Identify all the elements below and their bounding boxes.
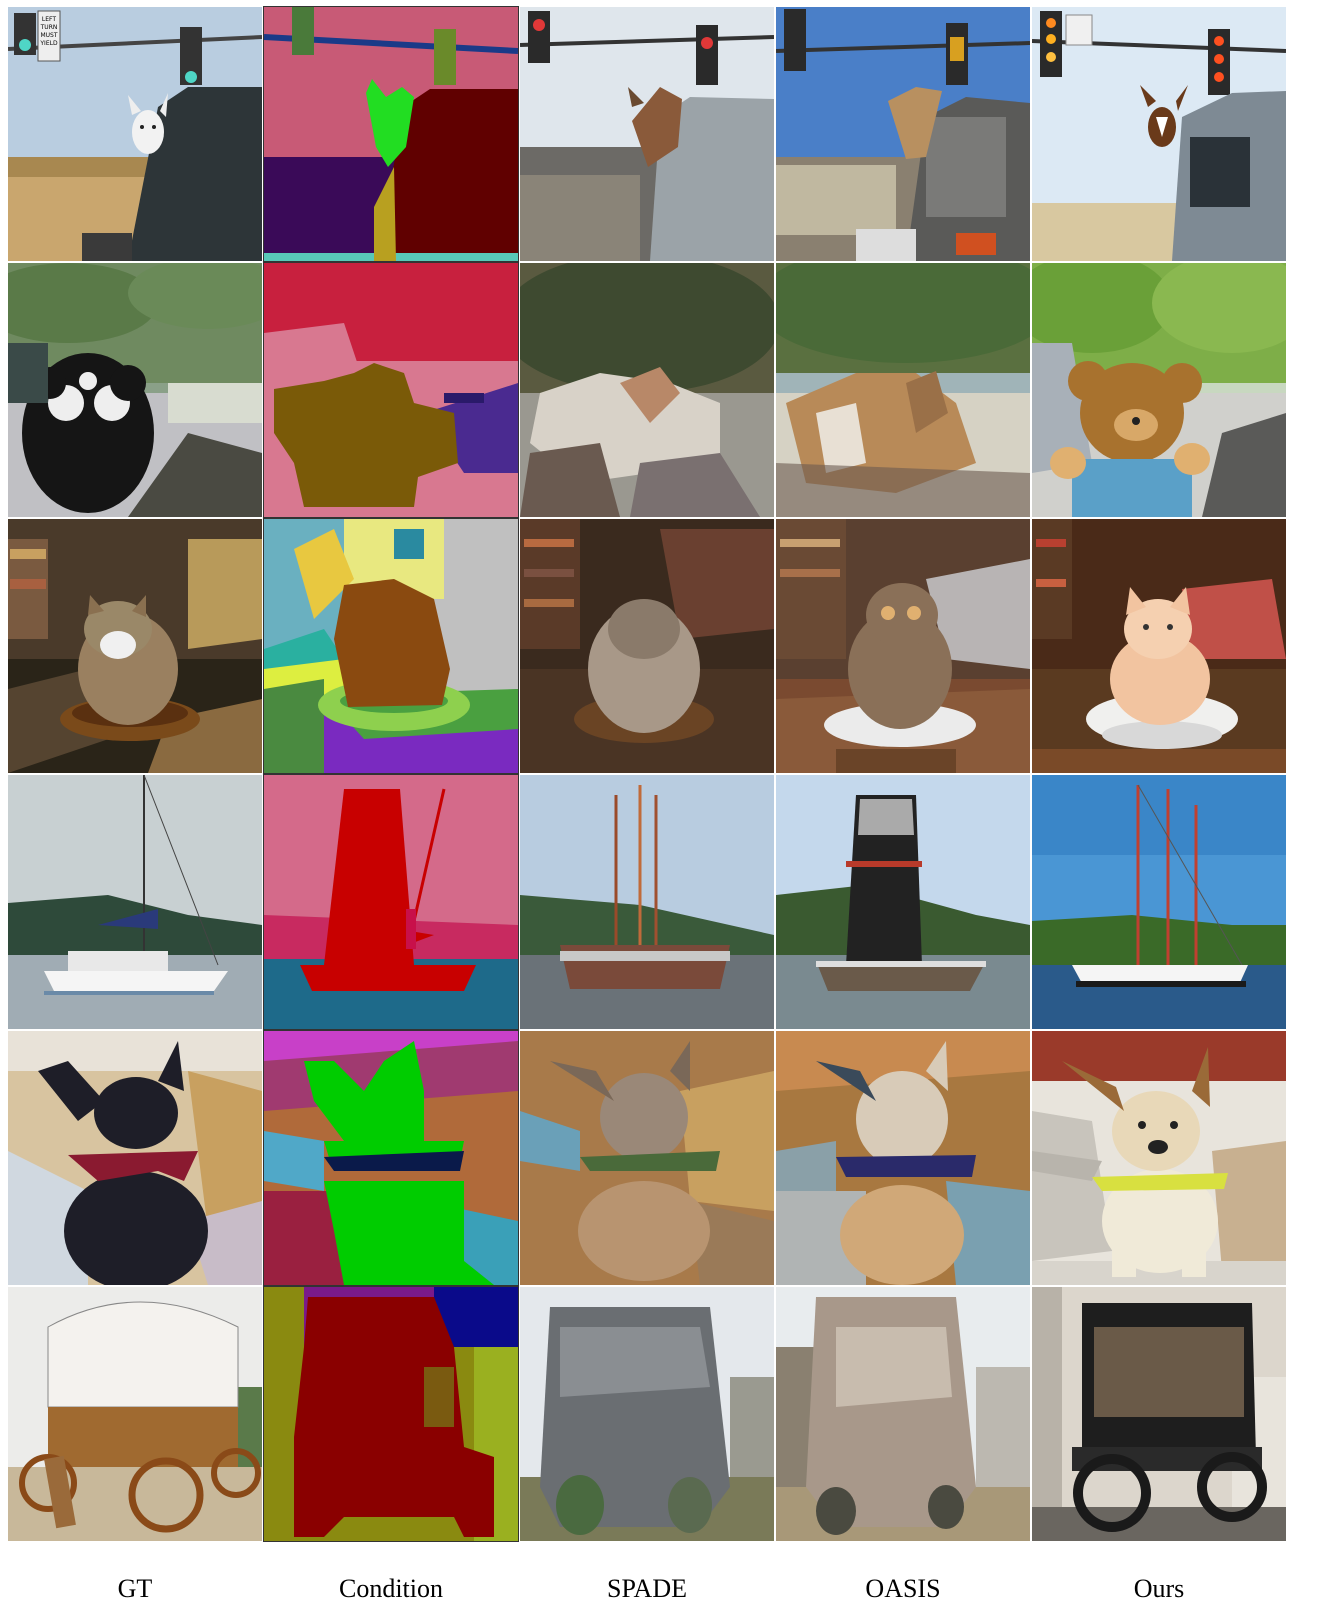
row2-gt-image — [8, 263, 262, 517]
row3-gt-image — [8, 519, 262, 773]
row1-spade-image — [520, 7, 774, 261]
row5-condition-image — [263, 1030, 519, 1286]
row4-gt-image — [8, 775, 262, 1029]
row6-condition-image — [263, 1286, 519, 1542]
row3-oasis-image — [776, 519, 1030, 773]
row6-oasis-image — [776, 1287, 1030, 1541]
row4-ours-image — [1032, 775, 1286, 1029]
row4-spade-image — [520, 775, 774, 1029]
row2-oasis-image — [776, 263, 1030, 517]
row3-spade-image — [520, 519, 774, 773]
row2-condition-image — [263, 262, 519, 518]
row6-gt-image — [8, 1287, 262, 1541]
row1-oasis-image — [776, 7, 1030, 261]
column-label-spade: SPADE — [607, 1574, 687, 1603]
row6-spade-image — [520, 1287, 774, 1541]
sign-line-3: MUST — [40, 32, 57, 39]
row4-oasis-image — [776, 775, 1030, 1029]
sign-line-4: YIELD — [39, 40, 58, 47]
row3-ours-image — [1032, 519, 1286, 773]
row5-gt-image — [8, 1031, 262, 1285]
column-label-oasis: OASIS — [865, 1574, 941, 1603]
row2-spade-image — [520, 263, 774, 517]
row5-spade-image — [520, 1031, 774, 1285]
column-label-ours: Ours — [1133, 1574, 1185, 1603]
column-label-condition: Condition — [338, 1574, 443, 1603]
sign-line-1: LEFT — [42, 16, 56, 23]
row3-condition-image — [263, 518, 519, 774]
column-label-gt: GT — [117, 1574, 153, 1603]
row4-condition-image — [263, 774, 519, 1030]
row6-ours-image — [1032, 1287, 1286, 1541]
row1-condition-image — [263, 6, 519, 262]
row2-ours-image — [1032, 263, 1286, 517]
row1-ours-image — [1032, 7, 1286, 261]
row5-oasis-image — [776, 1031, 1030, 1285]
row5-ours-image — [1032, 1031, 1286, 1285]
row1-gt-image: LEFT TURN MUST YIELD — [8, 7, 262, 261]
sign-line-2: TURN — [40, 24, 58, 31]
